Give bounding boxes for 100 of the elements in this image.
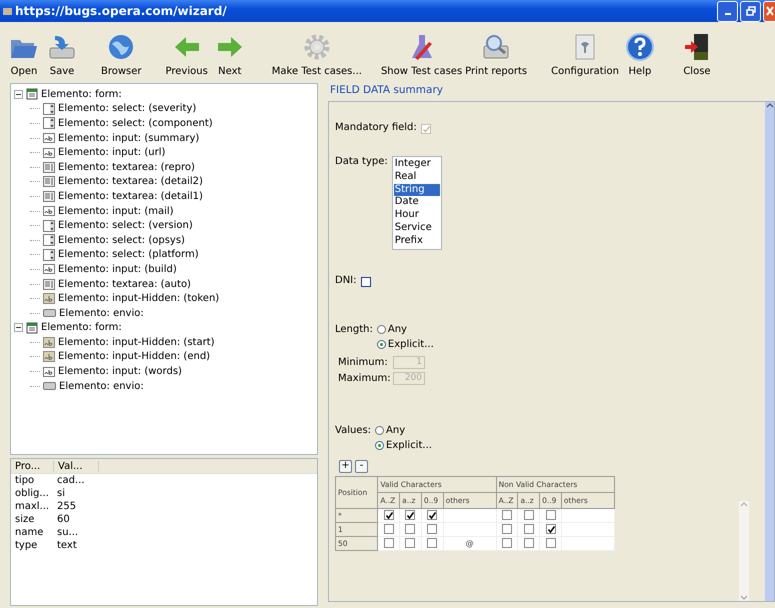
table-checkbox[interactable] [502,538,512,548]
minimize-button[interactable] [717,0,738,22]
list-item[interactable]: Prefix [394,234,440,248]
tree-item[interactable]: Elemento: envio: [14,306,317,320]
scroll-up-icon[interactable] [740,500,748,507]
scrollbar[interactable] [765,102,774,601]
table-checkbox[interactable] [427,538,438,548]
tree-item[interactable]: Elemento: textarea: (detail2) [14,174,317,190]
field-label: Data type: [335,156,388,167]
list-item[interactable]: Hour [394,209,440,222]
toolbar-button[interactable]: Close [682,32,712,77]
help-icon [624,32,655,62]
restore-button[interactable] [740,0,761,22]
radio-label[interactable]: Explicit... [386,440,432,451]
tree-item[interactable]: Elemento: select: (component) [14,116,317,131]
table-checkbox[interactable] [524,524,534,534]
tree-item[interactable]: Elemento: envio: [14,378,317,394]
tree-item[interactable]: Elemento: textarea: (detail1) [14,189,317,204]
tree-item[interactable]: Elemento: input: (build) [14,262,317,277]
scroll-down-icon[interactable] [740,595,748,601]
list-item[interactable]: Service [394,222,440,235]
toolbar-button[interactable]: Print reports [465,32,528,77]
tree-item[interactable]: Elemento: input: (words) [14,364,317,379]
column-header[interactable]: Val... [54,460,99,472]
tree-item[interactable]: Elemento: select: (version) [14,218,317,233]
tree-item[interactable]: Elemento: form: [14,87,317,102]
table-checkbox[interactable] [405,538,416,548]
close-button[interactable] [763,0,775,22]
table-checkbox[interactable] [384,524,394,534]
select-icon [43,234,55,246]
tree-item[interactable]: Elemento: input-Hidden: (start) [14,335,317,350]
table-cell: @ [466,538,474,548]
textarea-icon [43,176,55,188]
table-checkbox[interactable] [546,538,556,548]
tree-item[interactable]: Elemento: textarea: (auto) [14,276,317,292]
toolbar-button[interactable]: Help [624,32,655,77]
tree-item[interactable]: Elemento: select: (platform) [14,248,317,262]
radio-button[interactable] [375,440,384,450]
select-icon [43,117,55,130]
add-button[interactable]: + [339,460,352,473]
radio-button[interactable] [375,426,384,435]
table-cell-text: 60 [56,514,70,525]
list-item[interactable]: Real [394,170,440,184]
tree-item[interactable]: Elemento: select: (opsys) [14,232,317,248]
tree-item[interactable]: Elemento: form: [14,320,317,336]
list-item[interactable]: Integer [394,158,440,171]
table-checkbox[interactable] [384,510,394,520]
toolbar-button[interactable]: Configuration [551,32,619,77]
field-label: Minimum: [338,356,388,368]
toolbar-button[interactable]: Next [214,32,245,77]
radio-button[interactable] [376,324,386,334]
table-checkbox[interactable] [427,510,438,520]
collapse-icon[interactable] [14,90,23,99]
tree-item[interactable]: Elemento: input-Hidden: (token) [14,291,317,306]
scrollbar[interactable] [739,500,749,601]
scroll-up-icon[interactable] [766,102,774,108]
toolbar-button[interactable]: Show Test cases [380,32,462,77]
table-checkbox[interactable] [524,510,534,520]
tree-item[interactable]: Elemento: input: (summary) [14,130,317,146]
table-checkbox[interactable] [405,510,416,520]
list-item[interactable]: String [394,184,440,196]
table-checkbox[interactable] [546,524,556,534]
tree-item[interactable]: Elemento: input: (mail) [14,204,317,218]
toolbar-button[interactable]: Open [9,32,39,77]
list-item[interactable]: Date [394,196,440,210]
table-cell-text: name [14,527,44,538]
toolbar-button[interactable]: Make Test cases... [272,32,362,77]
table-checkbox[interactable] [384,538,394,548]
table-checkbox[interactable] [502,510,512,520]
table-checkbox[interactable] [427,524,438,534]
textarea-icon [43,162,55,173]
tree-item[interactable]: Elemento: input-Hidden: (end) [14,350,317,364]
tree-item[interactable]: Elemento: textarea: (repro) [14,160,317,175]
radio-label[interactable]: Any [388,324,407,335]
form-icon [26,88,38,100]
radio-label[interactable]: Explicit... [388,338,434,350]
textarea-icon [43,278,55,290]
radio-label[interactable]: Any [386,424,406,436]
input-icon [43,133,55,144]
table-checkbox[interactable] [405,524,416,534]
table-checkbox[interactable] [502,524,512,534]
collapse-icon[interactable] [14,323,23,332]
textarea-icon [43,190,55,202]
toolbar-button[interactable]: Previous [166,32,208,77]
toolbar-button[interactable]: Save [47,32,77,77]
hidden-input-icon [43,336,55,348]
table-checkbox[interactable] [524,538,534,548]
table-checkbox[interactable] [546,510,556,520]
input-icon [43,264,55,274]
tree-item[interactable]: Elemento: select: (severity) [14,102,317,116]
dni-checkbox[interactable] [360,276,370,287]
app-icon [3,8,12,14]
tree-item[interactable]: Elemento: input: (url) [14,145,317,160]
table-cell-text: oblig... [14,488,50,499]
remove-button[interactable]: - [355,460,368,473]
toolbar-button[interactable]: Browser [101,32,142,77]
column-header[interactable]: Pro... [11,460,54,472]
field-label: Mandatory field: [335,122,417,133]
radio-button[interactable] [376,340,386,349]
hidden-input-icon [43,293,55,304]
